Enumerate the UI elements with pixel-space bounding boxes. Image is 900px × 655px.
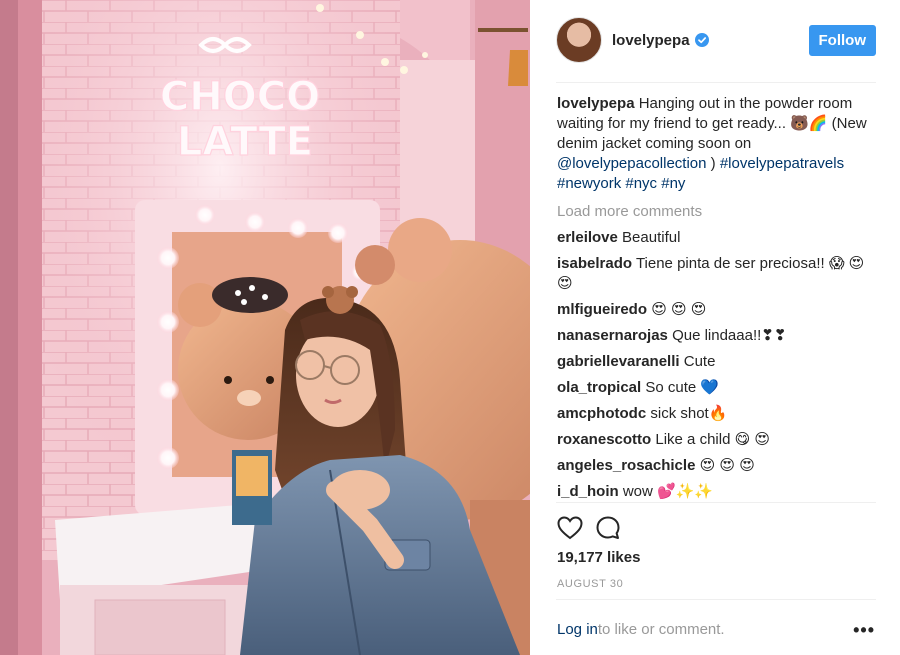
- comment-item: roxanescotto Like a child 😋 😍: [557, 430, 879, 450]
- post-caption: lovelypepa Hanging out in the powder roo…: [557, 94, 879, 194]
- post-photo[interactable]: CHOCO LATTE: [0, 0, 530, 655]
- neon-sign-line-2: LATTE: [177, 119, 313, 165]
- comment-username[interactable]: angeles_rosachicle: [557, 457, 695, 474]
- comment-username[interactable]: mlfigueiredo: [557, 301, 647, 318]
- comment-item: angeles_rosachicle 😍 😍 😍: [557, 456, 879, 476]
- comment-username[interactable]: isabelrado: [557, 255, 632, 272]
- comment-username[interactable]: i_d_hoin: [557, 483, 619, 500]
- comment-text: sick shot🔥: [650, 405, 728, 422]
- photo-illustration: CHOCO LATTE: [0, 0, 530, 655]
- comment-item: erleilove Beautiful: [557, 228, 879, 248]
- comment-text: 😍 😍 😍: [651, 301, 707, 318]
- comment-text: Cute: [683, 353, 716, 370]
- comment-username[interactable]: amcphotodc: [557, 405, 646, 422]
- hashtag[interactable]: #newyork: [557, 175, 621, 192]
- comment-text: Beautiful: [622, 229, 681, 246]
- caption-mention[interactable]: @lovelypepacollection: [557, 155, 706, 172]
- comment-text: Like a child 😋 😍: [655, 431, 771, 448]
- verified-badge-icon: [694, 33, 709, 47]
- comment-username[interactable]: nanasernarojas: [557, 327, 668, 344]
- comment-bubble-icon[interactable]: [594, 514, 622, 542]
- comment-item: ola_tropical So cute 💙: [557, 378, 879, 398]
- comment-item: isabelrado Tiene pinta de ser preciosa!!…: [557, 254, 879, 294]
- comment-item: i_d_hoin wow 💕✨✨: [557, 482, 879, 500]
- heart-icon[interactable]: [556, 514, 584, 542]
- avatar[interactable]: [556, 17, 602, 63]
- comment-username[interactable]: ola_tropical: [557, 379, 641, 396]
- likes-count[interactable]: 19,177 likes: [557, 549, 640, 566]
- follow-button[interactable]: Follow: [808, 24, 876, 56]
- load-more-comments-link[interactable]: Load more comments: [557, 202, 879, 222]
- comment-username[interactable]: gabriellevaranelli: [557, 353, 680, 370]
- comment-item: amcphotodc sick shot🔥: [557, 404, 879, 424]
- comment-text: So cute 💙: [645, 379, 720, 396]
- post-date: AUGUST 30: [557, 578, 624, 590]
- footer-divider: [556, 599, 876, 600]
- comment-username[interactable]: erleilove: [557, 229, 618, 246]
- login-prompt: Log in to like or comment. •••: [557, 621, 875, 639]
- hashtag[interactable]: #ny: [661, 175, 685, 192]
- header-divider: [556, 82, 876, 83]
- neon-sign-line-1: CHOCO: [160, 74, 320, 120]
- comment-username[interactable]: roxanescotto: [557, 431, 651, 448]
- comment-item: nanasernarojas Que lindaaa!!❣❣: [557, 326, 879, 346]
- hashtag[interactable]: #nyc: [625, 175, 657, 192]
- post-author-username[interactable]: lovelypepa: [612, 32, 690, 49]
- more-options-icon[interactable]: •••: [853, 621, 875, 639]
- comment-item: gabriellevaranelli Cute: [557, 352, 879, 372]
- hashtag[interactable]: #lovelypepatravels: [720, 155, 844, 172]
- post-side-panel: lovelypepa Follow lovelypepa Hanging out…: [530, 0, 900, 655]
- comments-divider: [556, 502, 876, 503]
- comment-text: 😍 😍 😍: [699, 457, 755, 474]
- comment-text: Que lindaaa!!❣❣: [672, 327, 787, 344]
- login-link[interactable]: Log in: [557, 621, 598, 638]
- comment-item: mlfigueiredo 😍 😍 😍: [557, 300, 879, 320]
- caption-after-mention: ): [706, 155, 720, 172]
- comment-text: wow 💕✨✨: [622, 483, 714, 500]
- login-prompt-text: to like or comment.: [597, 621, 725, 638]
- post-actions: [556, 514, 622, 542]
- caption-username[interactable]: lovelypepa: [557, 95, 635, 112]
- post-header: lovelypepa Follow: [556, 14, 876, 66]
- comments-list[interactable]: lovelypepa Hanging out in the powder roo…: [557, 94, 879, 500]
